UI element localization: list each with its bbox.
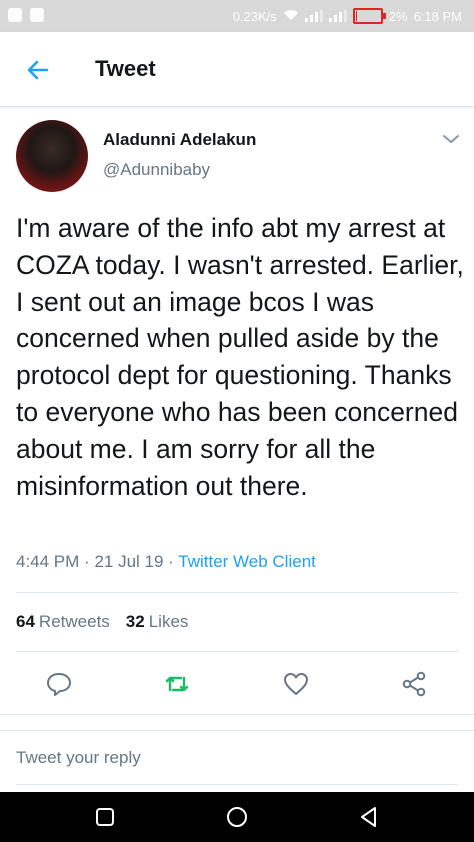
back-nav-icon[interactable] [357, 805, 381, 829]
likes-count: 32 [125, 612, 145, 631]
signal-icon [304, 10, 323, 22]
likes-label: Likes [148, 612, 189, 631]
avatar[interactable] [16, 120, 88, 192]
author-handle[interactable]: @Adunnibaby [103, 160, 256, 180]
tweet-client-link[interactable]: Twitter Web Client [178, 552, 316, 571]
reply-input[interactable]: Tweet your reply [16, 748, 141, 768]
author-name[interactable]: Aladunni Adelakun [103, 130, 256, 150]
author-info[interactable]: Aladunni Adelakun @Adunnibaby [103, 130, 256, 180]
divider [0, 730, 474, 731]
arrow-left-icon[interactable] [22, 54, 54, 86]
retweet-icon[interactable] [163, 670, 191, 698]
signal-icon-2 [328, 10, 347, 22]
battery-icon [352, 8, 386, 24]
likes-stat[interactable]: 32 Likes [126, 612, 189, 632]
tweet-text: I'm aware of the info abt my arrest at C… [16, 213, 464, 501]
navigation-bar [0, 792, 474, 842]
clock: 6:18 PM [413, 8, 462, 24]
home-icon[interactable] [225, 805, 249, 829]
recent-apps-icon[interactable] [93, 805, 117, 829]
like-icon[interactable] [282, 670, 310, 698]
reply-icon[interactable] [45, 670, 73, 698]
retweets-stat[interactable]: 64 Retweets [16, 612, 110, 632]
tweet-date: 21 Jul 19 [94, 552, 164, 571]
divider [16, 651, 458, 652]
app-bar: Tweet [0, 32, 474, 107]
tweet-stats: 64 Retweets 32 Likes [16, 612, 188, 632]
app-notification-icon [30, 8, 44, 22]
chevron-down-icon[interactable] [442, 132, 460, 144]
share-icon[interactable] [400, 670, 428, 698]
divider [0, 714, 474, 715]
status-bar: 0.23K/s 2% 6:18 PM [0, 0, 474, 32]
tweet-actions [0, 664, 474, 704]
battery-percent: 2% [388, 8, 408, 24]
page-title: Tweet [95, 56, 156, 81]
network-speed: 0.23K/s [232, 8, 277, 24]
wifi-icon [283, 9, 299, 24]
retweets-count: 64 [16, 612, 35, 631]
retweets-label: Retweets [38, 612, 110, 631]
tweet-time: 4:44 PM [16, 552, 80, 571]
divider [16, 592, 458, 593]
tweet-meta: 4:44 PM · 21 Jul 19 · Twitter Web Client [16, 552, 316, 571]
messenger-notification-icon [8, 8, 22, 22]
reply-underline [16, 784, 458, 785]
